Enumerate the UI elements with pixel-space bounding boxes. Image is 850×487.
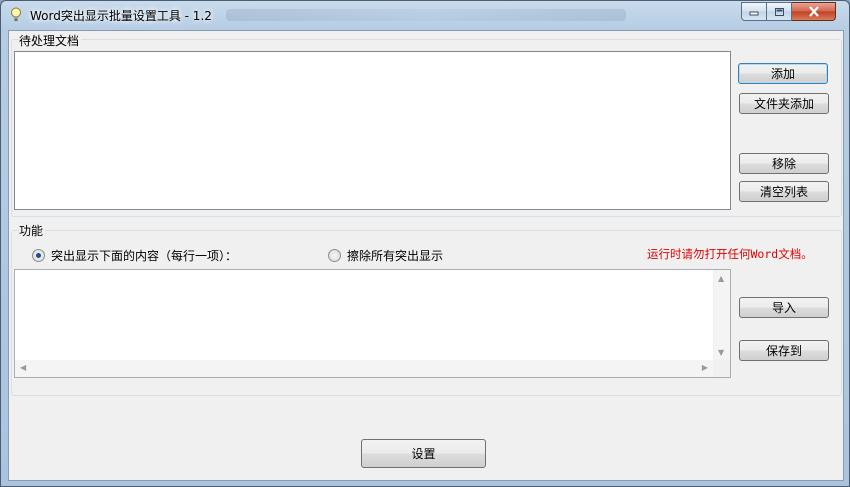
scroll-corner [713,360,730,377]
highlight-items-textarea[interactable]: ▲ ▼ ◀ ▶ [14,269,731,378]
maximize-button[interactable] [767,2,792,21]
warning-text: 运行时请勿打开任何Word文档。 [647,247,813,261]
scroll-left-icon[interactable]: ◀ [20,363,26,372]
add-button[interactable]: 添加 [738,63,828,84]
scroll-down-icon[interactable]: ▼ [718,348,724,357]
vertical-scrollbar[interactable]: ▲ ▼ [713,270,730,360]
close-button[interactable] [792,2,836,21]
clear-list-button[interactable]: 清空列表 [739,181,829,202]
radio-selected-dot [36,253,41,258]
scroll-right-icon[interactable]: ▶ [702,363,708,372]
remove-button[interactable]: 移除 [739,153,829,174]
minimize-icon [749,11,759,16]
function-group-label: 功能 [19,222,46,239]
radio-highlight[interactable] [32,249,45,262]
radio-highlight-label: 突出显示下面的内容（每行一项）： [51,249,238,263]
import-button[interactable]: 导入 [739,297,829,318]
radio-clear-option[interactable]: 擦除所有突出显示 [328,247,443,264]
settings-button[interactable]: 设置 [361,439,486,468]
save-to-button[interactable]: 保存到 [739,340,829,361]
window-title: Word突出显示批量设置工具 - 1.2 [30,9,212,23]
minimize-button[interactable] [741,2,767,21]
scroll-up-icon[interactable]: ▲ [718,274,724,283]
radio-clear[interactable] [328,249,341,262]
caption-buttons [741,2,836,21]
radio-clear-label: 擦除所有突出显示 [347,249,444,263]
document-list[interactable] [14,51,731,210]
title-bar[interactable]: Word突出显示批量设置工具 - 1.2 [1,1,849,29]
maximize-icon [774,7,784,16]
add-folder-button[interactable]: 文件夹添加 [739,93,829,114]
client-area: 待处理文档 添加 文件夹添加 移除 清空列表 功能 突出显示下面的内容（每行一项… [8,30,844,481]
docs-group-label: 待处理文档 [19,32,82,49]
title-background-blur [226,9,626,21]
close-icon [808,6,819,17]
horizontal-scrollbar[interactable]: ◀ ▶ [15,360,713,377]
lightbulb-icon [11,7,21,21]
radio-highlight-option[interactable]: 突出显示下面的内容（每行一项）： [32,247,237,264]
app-window: Word突出显示批量设置工具 - 1.2 待处理文档 添加 文件夹添加 移除 清… [0,0,850,487]
